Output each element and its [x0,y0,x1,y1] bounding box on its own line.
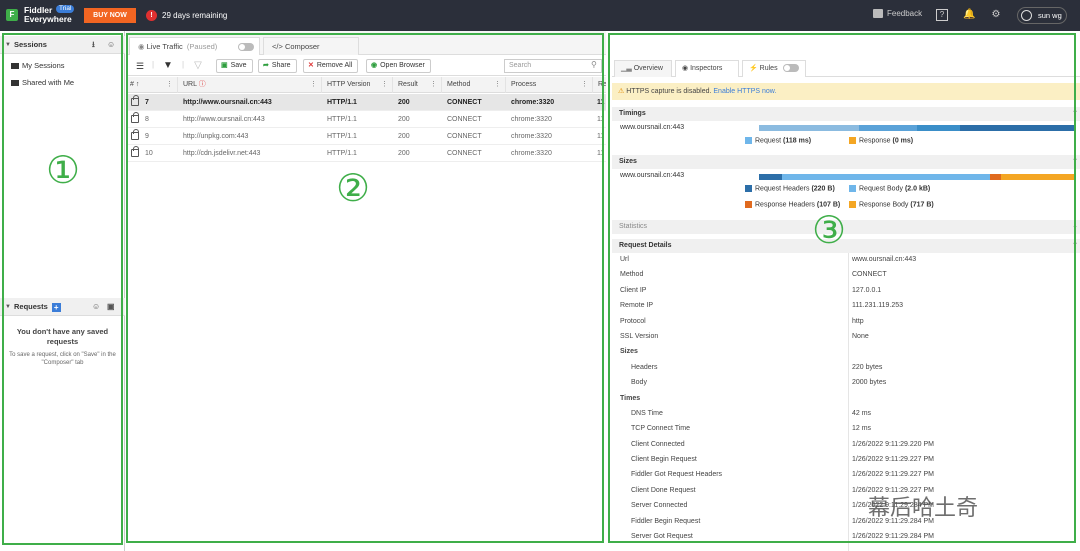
annotation-frame-2 [126,33,604,543]
buy-now-button[interactable]: BUY NOW [84,8,136,23]
bell-icon[interactable]: 🔔 [963,9,975,21]
feedback-label: Feedback [887,9,923,18]
fiddler-logo-icon: F [6,9,18,21]
avatar-icon [1021,10,1032,21]
feedback-icon [873,9,883,19]
user-menu[interactable]: sun wg [1017,7,1067,24]
annotation-number-3: ③ [812,208,847,252]
trial-badge: Trial [56,5,75,13]
days-remaining: 29 days remaining [162,11,228,20]
annotation-number-1: ① [46,148,81,192]
feedback-button[interactable]: Feedback [873,9,923,19]
annotation-frame-3 [608,33,1076,543]
annotation-number-2: ② [336,166,371,210]
watermark: 幕后哈土奇 [868,496,979,521]
title-bar: F Fiddler Everywhere Trial BUY NOW ! 29 … [0,0,1080,31]
help-icon[interactable]: ? [936,9,948,21]
alert-icon: ! [146,10,157,21]
app-name-line2: Everywhere [24,14,72,24]
user-name: sun wg [1038,11,1062,20]
gear-icon[interactable]: ⚙ [990,9,1002,21]
annotation-frame-1 [2,33,123,545]
